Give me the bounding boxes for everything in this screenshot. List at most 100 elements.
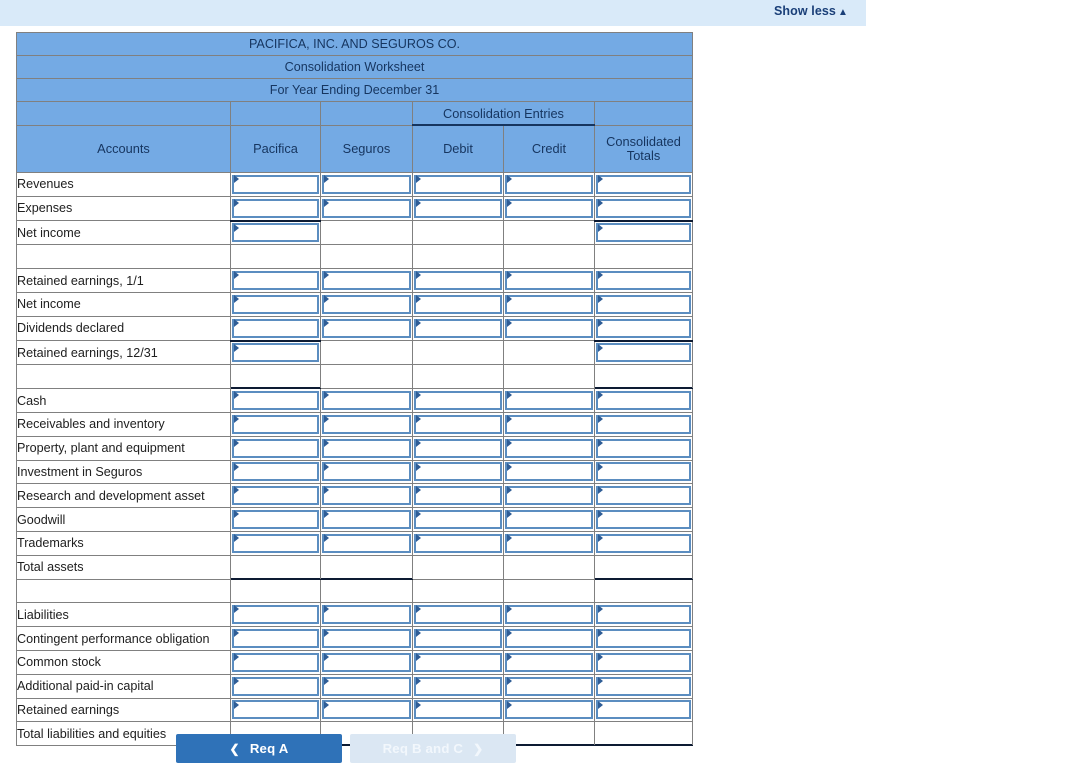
amount-input-credit[interactable] [505,391,593,411]
amount-input-seguros[interactable] [322,652,411,672]
group-header-spacer-pacifica [230,101,321,126]
amount-input-credit[interactable] [505,652,593,672]
amount-input-debit[interactable] [414,510,502,530]
amount-input-seguros[interactable] [322,198,411,218]
amount-input-consolidated-totals[interactable] [596,391,692,411]
worksheet-subtitle: Consolidation Worksheet [15,55,694,79]
amount-input-pacifica[interactable] [232,652,319,672]
amount-input-credit[interactable] [505,605,593,625]
amount-input-credit[interactable] [505,174,593,194]
amount-input-debit[interactable] [414,271,502,291]
amount-input-debit[interactable] [414,198,502,218]
amount-input-debit[interactable] [414,676,502,696]
amount-input-pacifica[interactable] [232,271,319,291]
amount-input-seguros[interactable] [322,294,411,314]
amount-input-debit[interactable] [414,533,502,553]
amount-input-seguros[interactable] [322,676,411,696]
amount-input-credit[interactable] [505,414,593,434]
amount-input-consolidated-totals[interactable] [596,174,692,194]
amount-input-pacifica[interactable] [232,462,319,482]
amount-input-consolidated-totals[interactable] [596,533,692,553]
amount-input-seguros[interactable] [322,629,411,649]
amount-input-seguros[interactable] [322,510,411,530]
req-a-button[interactable]: ❮ Req A [176,734,342,763]
amount-input-consolidated-totals[interactable] [596,462,692,482]
amount-input-pacifica[interactable] [232,486,319,506]
amount-input-pacifica[interactable] [232,676,319,696]
amount-input-credit[interactable] [505,462,593,482]
amount-input-debit[interactable] [414,605,502,625]
amount-input-credit[interactable] [505,486,593,506]
amount-input-consolidated-totals[interactable] [596,510,692,530]
amount-input-seguros[interactable] [322,174,411,194]
amount-input-credit[interactable] [505,438,593,458]
amount-input-pacifica[interactable] [232,174,319,194]
amount-input-debit[interactable] [414,486,502,506]
cell-debit [412,268,504,293]
amount-input-pacifica[interactable] [232,414,319,434]
amount-input-pacifica[interactable] [232,294,319,314]
amount-input-consolidated-totals[interactable] [596,652,692,672]
amount-input-consolidated-totals[interactable] [596,486,692,506]
amount-input-consolidated-totals[interactable] [596,343,692,363]
amount-input-pacifica[interactable] [232,510,319,530]
amount-input-pacifica[interactable] [232,198,319,218]
cell-credit [503,626,595,651]
amount-input-debit[interactable] [414,629,502,649]
amount-input-consolidated-totals[interactable] [596,700,692,720]
amount-input-credit[interactable] [505,318,593,338]
table-row [16,578,694,604]
amount-input-pacifica[interactable] [232,533,319,553]
amount-input-credit[interactable] [505,676,593,696]
amount-input-debit[interactable] [414,700,502,720]
amount-input-consolidated-totals[interactable] [596,271,692,291]
amount-input-seguros[interactable] [322,391,411,411]
amount-input-consolidated-totals[interactable] [596,318,692,338]
amount-input-debit[interactable] [414,652,502,672]
amount-input-pacifica[interactable] [232,391,319,411]
req-b-and-c-button[interactable]: Req B and C ❯ [350,734,516,763]
amount-input-pacifica[interactable] [232,700,319,720]
amount-input-debit[interactable] [414,174,502,194]
amount-input-credit[interactable] [505,700,593,720]
amount-input-debit[interactable] [414,318,502,338]
amount-input-credit[interactable] [505,533,593,553]
amount-input-consolidated-totals[interactable] [596,605,692,625]
amount-input-debit[interactable] [414,438,502,458]
amount-input-pacifica[interactable] [232,318,319,338]
amount-input-pacifica[interactable] [232,605,319,625]
amount-input-debit[interactable] [414,414,502,434]
amount-input-consolidated-totals[interactable] [596,223,692,243]
amount-input-seguros[interactable] [322,414,411,434]
amount-input-credit[interactable] [505,510,593,530]
amount-input-debit[interactable] [414,462,502,482]
amount-input-seguros[interactable] [322,533,411,553]
amount-input-pacifica[interactable] [232,343,319,363]
amount-input-seguros[interactable] [322,462,411,482]
amount-input-pacifica[interactable] [232,438,319,458]
amount-input-credit[interactable] [505,271,593,291]
amount-input-seguros[interactable] [322,700,411,720]
amount-input-seguros[interactable] [322,605,411,625]
amount-input-consolidated-totals[interactable] [596,676,692,696]
amount-input-debit[interactable] [414,294,502,314]
amount-input-seguros[interactable] [322,271,411,291]
amount-input-credit[interactable] [505,629,593,649]
amount-input-consolidated-totals[interactable] [596,629,692,649]
amount-input-seguros[interactable] [322,318,411,338]
cell-credit [503,673,595,699]
show-less-toggle[interactable]: Show less ▲ [774,4,848,18]
amount-input-pacifica[interactable] [232,629,319,649]
amount-input-credit[interactable] [505,294,593,314]
amount-input-consolidated-totals[interactable] [596,294,692,314]
amount-input-consolidated-totals[interactable] [596,198,692,218]
amount-input-seguros[interactable] [322,486,411,506]
amount-input-consolidated-totals[interactable] [596,438,692,458]
amount-input-consolidated-totals[interactable] [596,414,692,434]
cell-seguros [320,554,413,580]
amount-input-seguros[interactable] [322,438,411,458]
amount-input-pacifica[interactable] [232,223,319,243]
amount-input-debit[interactable] [414,391,502,411]
caret-up-icon: ▲ [838,7,848,18]
amount-input-credit[interactable] [505,198,593,218]
